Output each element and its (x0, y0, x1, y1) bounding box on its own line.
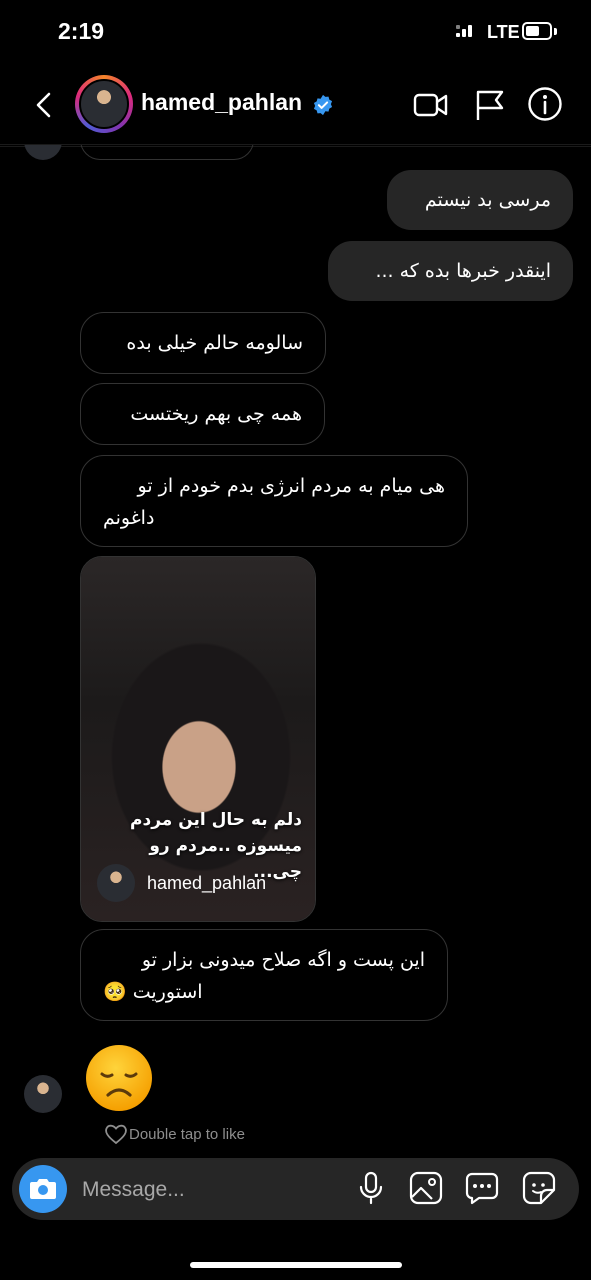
status-time: 2:19 (58, 18, 105, 44)
shared-post-author: hamed_pahlan (97, 863, 266, 903)
camera-button[interactable] (19, 1165, 67, 1213)
double-tap-label: Double tap to like (129, 1125, 245, 1143)
message-incoming[interactable]: هی میام به مردم انرژی بدم خودم از تو داغ… (80, 455, 468, 547)
message-text-line2: استوریت 🥺 (103, 981, 203, 1003)
microphone-icon[interactable] (353, 1170, 389, 1206)
verified-badge-overlay-icon (313, 94, 333, 116)
message-text-line1: این پست و اگه صلاح میدونی بزار تو (141, 949, 425, 971)
message-input[interactable] (80, 1170, 344, 1210)
message-outgoing[interactable]: اینقدر خبرها بده که ... (328, 241, 573, 301)
video-call-overlay-icon (413, 93, 448, 117)
sticker-icon[interactable] (521, 1170, 557, 1206)
shared-post[interactable]: دلم به حال این مردم میسوزه ..مردم رو چی.… (80, 556, 316, 922)
message-incoming[interactable]: سالومه حالم خیلی بده (80, 312, 326, 374)
message-text: همه چی بهم ریختست (130, 403, 302, 425)
network-type: LTE (487, 22, 520, 42)
heart-icon[interactable] (103, 1122, 129, 1146)
cellular-signal-icon (456, 25, 482, 41)
back-arrow-overlay-icon (36, 92, 51, 118)
message-text: مرسی بد نیستم (424, 189, 551, 211)
sender-avatar[interactable] (24, 1075, 62, 1113)
info-overlay-icon (528, 87, 562, 121)
message-incoming[interactable]: این پست و اگه صلاح میدونی بزار تو استوری… (80, 929, 448, 1021)
message-incoming[interactable]: همه چی بهم ریختست (80, 383, 325, 445)
camera-icon (30, 1179, 56, 1199)
chat-bubble-icon[interactable] (464, 1170, 500, 1206)
home-indicator[interactable] (190, 1262, 402, 1268)
gallery-icon[interactable] (408, 1170, 444, 1206)
battery-icon (522, 22, 552, 40)
shared-post-username: hamed_pahlan (147, 872, 267, 893)
flag-overlay-icon (476, 90, 504, 120)
double-tap-hint: Double tap to like (103, 1122, 245, 1146)
profile-avatar-overlay (75, 75, 133, 133)
message-text: سالومه حالم خیلی بده (126, 332, 303, 354)
disappointed-face-emoji-icon[interactable] (84, 1043, 154, 1113)
chat-username-overlay: hamed_pahlan (141, 89, 303, 115)
avatar-photo-overlay (79, 79, 129, 129)
message-text: اینقدر خبرها بده که ... (375, 260, 551, 282)
message-text-line1: هی میام به مردم انرژی بدم خودم از تو (137, 475, 445, 497)
shared-post-author-avatar (97, 864, 135, 902)
caption-line1: دلم به حال این مردم (130, 810, 302, 830)
message-outgoing[interactable]: مرسی بد نیستم (387, 170, 573, 230)
message-text-line2: داغونم (103, 507, 155, 529)
battery-cap (554, 28, 557, 35)
